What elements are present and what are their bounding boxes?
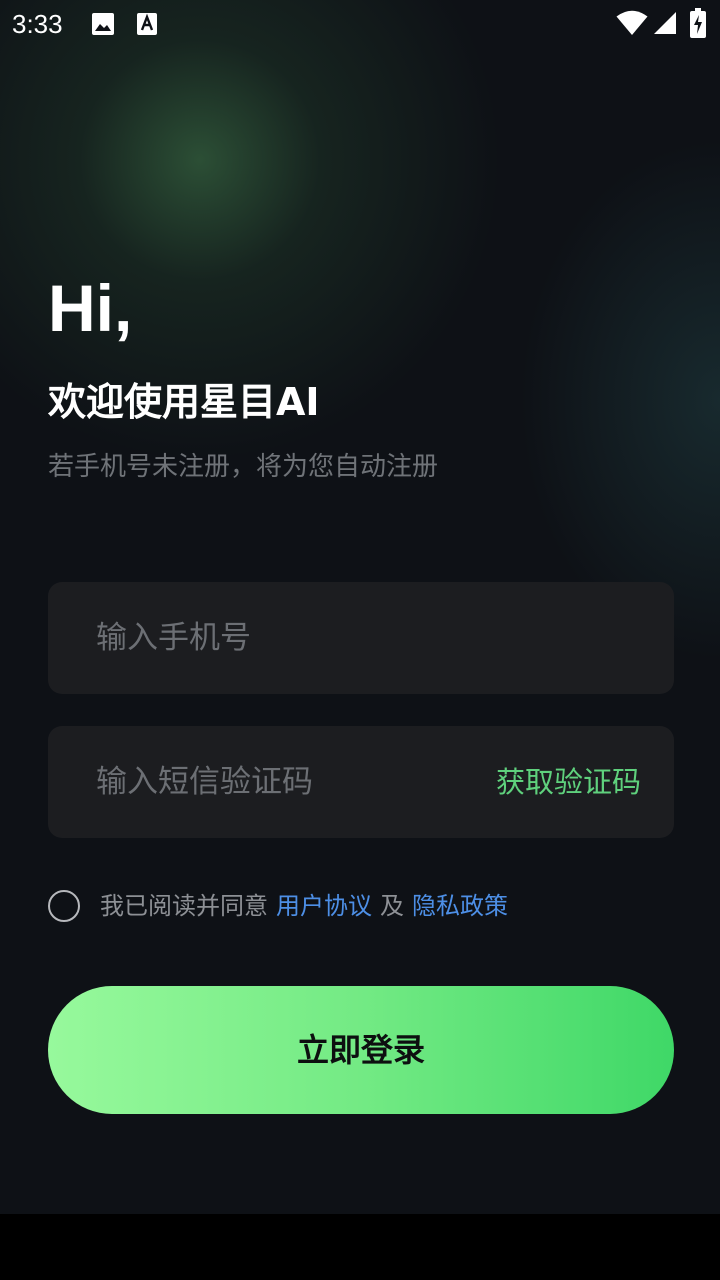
login-button[interactable]: 立即登录 xyxy=(48,986,674,1114)
privacy-policy-link[interactable]: 隐私政策 xyxy=(412,886,508,926)
image-icon xyxy=(92,13,114,35)
phone-input-box xyxy=(48,582,674,694)
status-bar: 3:33 xyxy=(0,0,720,48)
register-hint: 若手机号未注册，将为您自动注册 xyxy=(48,452,439,482)
welcome-title: 欢迎使用星目AI xyxy=(48,380,320,424)
login-button-label: 立即登录 xyxy=(296,1031,425,1069)
phone-input[interactable] xyxy=(96,582,636,694)
hi-title: Hi, xyxy=(48,271,133,345)
get-code-button[interactable]: 获取验证码 xyxy=(496,762,641,802)
battery-charging-icon xyxy=(690,8,706,38)
font-download-icon xyxy=(137,13,157,35)
wifi-icon xyxy=(616,10,648,35)
agreement-row: 我已阅读并同意 用户协议 及 隐私政策 xyxy=(48,886,508,926)
cell-signal-icon xyxy=(654,12,676,34)
login-screen: 3:33 Hi, 欢迎使用星目AI 若手机号未注册，将为您自动注册 获取验证 xyxy=(0,0,720,1214)
status-time: 3:33 xyxy=(12,9,63,39)
agreement-checkbox[interactable] xyxy=(48,890,80,922)
sms-code-input[interactable] xyxy=(96,726,476,838)
agreement-text: 我已阅读并同意 xyxy=(100,892,268,920)
user-agreement-link[interactable]: 用户协议 xyxy=(276,886,372,926)
sms-code-input-box: 获取验证码 xyxy=(48,726,674,838)
agreement-and-text: 及 xyxy=(380,892,404,920)
navigation-bar-area xyxy=(0,1214,720,1280)
